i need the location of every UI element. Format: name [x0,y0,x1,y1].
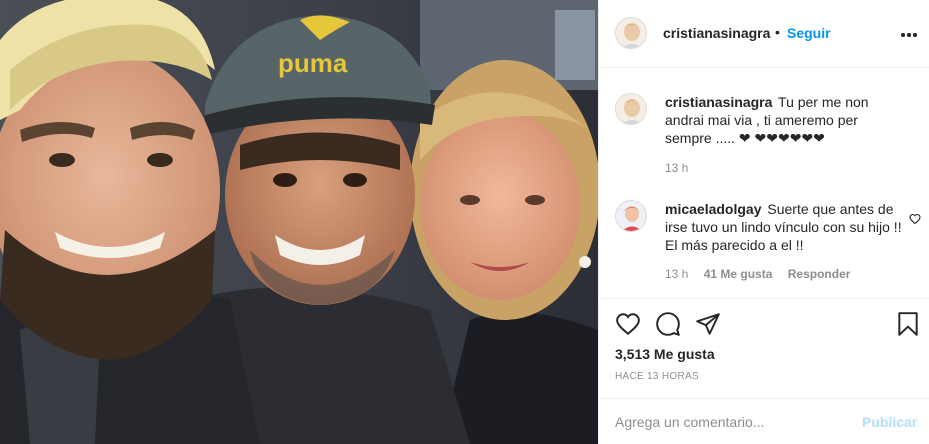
comment-meta: 13 h [665,161,688,175]
comment-likes[interactable]: 41 Me gusta [704,267,773,281]
like-heart-icon[interactable] [615,311,641,337]
follow-button[interactable]: Seguir [787,25,831,41]
comment-username[interactable]: cristianasinagra [665,94,772,110]
post-details-panel: cristianasinagra • Seguir cristianasinag… [598,0,929,444]
caption-comment: cristianasinagra Tu per me non andrai ma… [599,93,929,183]
comment-username[interactable]: micaeladolgay [665,201,762,217]
avatar[interactable] [615,93,647,125]
more-options-icon[interactable] [899,24,919,44]
post-time-ago[interactable]: HACE 13 HORAS [615,371,699,382]
header-separator: • [775,24,780,40]
header-username[interactable]: cristianasinagra [663,25,770,41]
likes-count[interactable]: 3,513 Me gusta [615,346,715,362]
comment-text-block: cristianasinagra Tu per me non andrai ma… [665,93,905,147]
add-comment-bar: Publicar [599,398,929,444]
save-bookmark-icon[interactable] [895,311,921,337]
comment-item: micaeladolgay Suerte que antes de irse t… [599,200,929,285]
avatar[interactable] [615,17,647,49]
avatar[interactable] [615,200,647,232]
profile-picture-icon [616,201,646,231]
share-paper-plane-icon[interactable] [695,311,721,337]
comment-like-heart-icon[interactable] [909,212,921,225]
post-header: cristianasinagra • Seguir [599,0,929,68]
comment-input[interactable] [615,409,845,435]
comment-meta: 13 h 41 Me gusta Responder [665,267,850,281]
profile-picture-icon [616,18,646,48]
comment-bubble-icon[interactable] [655,311,681,337]
publish-button[interactable]: Publicar [862,414,917,430]
comment-time[interactable]: 13 h [665,267,688,281]
post-photo[interactable]: puma [0,0,598,444]
reply-button[interactable]: Responder [788,267,851,281]
comment-time[interactable]: 13 h [665,161,688,175]
post-image: puma [0,0,598,444]
cap-logo-text: puma [278,48,348,78]
comment-text-block: micaeladolgay Suerte que antes de irse t… [665,200,905,254]
profile-picture-icon [616,94,646,124]
